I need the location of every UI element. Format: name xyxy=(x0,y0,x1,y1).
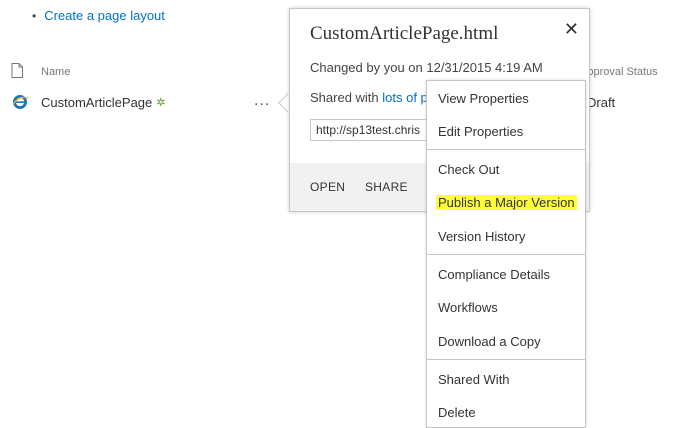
new-item-icon: ✲ xyxy=(156,97,166,109)
file-name-text: CustomArticlePage xyxy=(41,95,153,110)
menu-item-edit-properties[interactable]: Edit Properties xyxy=(438,124,523,139)
menu-item-version-history[interactable]: Version History xyxy=(438,229,525,244)
menu-item-compliance-details[interactable]: Compliance Details xyxy=(438,267,550,282)
close-icon[interactable]: ✕ xyxy=(564,19,579,40)
context-menu: View Properties Edit Properties Check Ou… xyxy=(426,80,586,428)
menu-separator xyxy=(427,254,585,255)
menu-item-workflows[interactable]: Workflows xyxy=(438,300,498,315)
menu-item-publish-major-version[interactable]: Publish a Major Version xyxy=(436,195,577,210)
menu-separator xyxy=(427,149,585,150)
menu-item-shared-with[interactable]: Shared With xyxy=(438,372,510,387)
open-button[interactable]: OPEN xyxy=(310,180,345,194)
create-page-layout-label: Create a page layout xyxy=(44,8,165,23)
row-file-name[interactable]: CustomArticlePage ✲ xyxy=(41,95,166,110)
create-page-layout-link[interactable]: • Create a page layout xyxy=(32,8,165,23)
menu-separator xyxy=(427,359,585,360)
ie-html-file-icon xyxy=(12,95,29,109)
menu-item-view-properties[interactable]: View Properties xyxy=(438,91,529,106)
shared-with-text: Shared with lots of p xyxy=(310,90,428,105)
row-approval-status: Draft xyxy=(587,95,616,110)
menu-item-download-copy[interactable]: Download a Copy xyxy=(438,334,541,349)
shared-with-prefix: Shared with xyxy=(310,90,383,105)
menu-item-check-out[interactable]: Check Out xyxy=(438,162,499,177)
document-icon xyxy=(11,63,23,78)
menu-item-delete[interactable]: Delete xyxy=(438,405,476,420)
shared-with-link[interactable]: lots of p xyxy=(382,90,428,105)
callout-title: CustomArticlePage.html xyxy=(310,23,499,44)
column-header-name[interactable]: Name xyxy=(41,66,70,78)
column-header-approval-status[interactable]: Approval Status xyxy=(580,66,658,78)
bullet-icon: • xyxy=(32,8,37,23)
share-button[interactable]: SHARE xyxy=(365,180,408,194)
open-menu-button[interactable]: ... xyxy=(254,92,270,110)
changed-by-text: Changed by you on 12/31/2015 4:19 AM xyxy=(310,60,543,75)
